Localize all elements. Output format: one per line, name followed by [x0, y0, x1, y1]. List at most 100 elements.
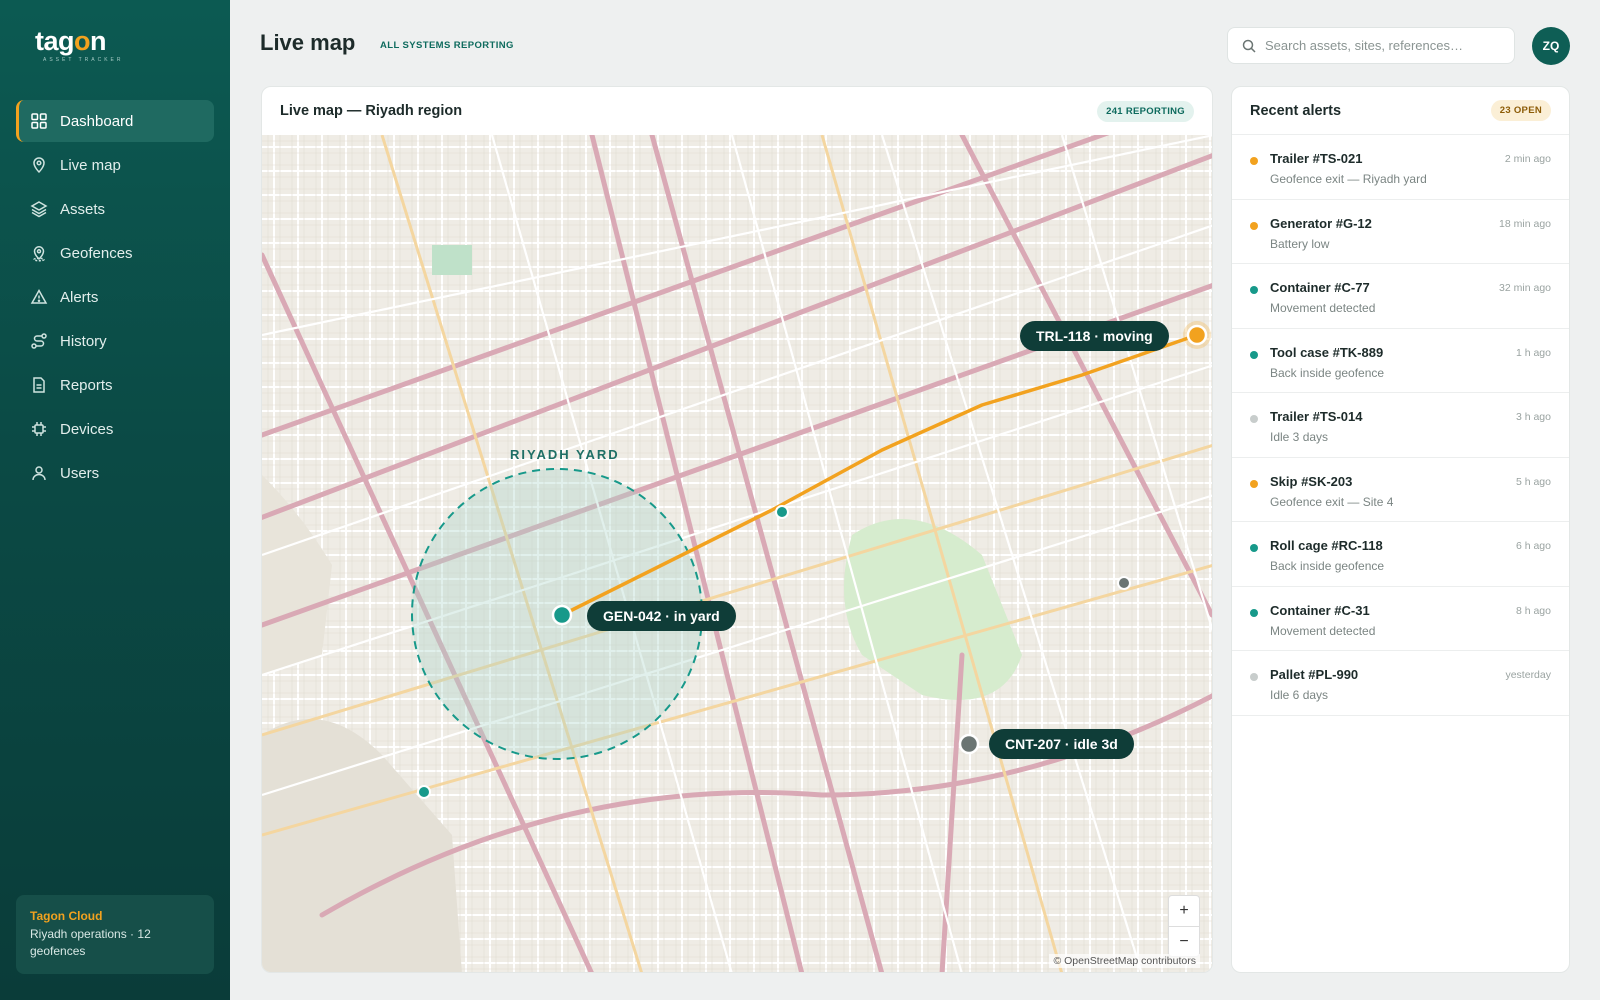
sidebar-item-alerts[interactable]: Alerts — [16, 276, 214, 318]
sidebar: tagon ASSET TRACKER Dashboard Live map A… — [0, 0, 230, 1000]
alert-status-dot — [1250, 608, 1258, 617]
brand-name: tagon — [35, 26, 106, 56]
alert-asset-name: Trailer #TS-014 — [1270, 409, 1363, 424]
open-alerts-badge: 23 OPEN — [1490, 100, 1551, 121]
layers-icon — [30, 200, 48, 218]
alert-description: Battery low — [1270, 236, 1330, 251]
marker-label-cnt-207[interactable]: CNT-207 · idle 3d — [989, 729, 1134, 759]
warning-icon — [30, 288, 48, 306]
alert-description: Movement detected — [1270, 301, 1376, 315]
map-attribution[interactable]: © OpenStreetMap contributors — [1049, 954, 1200, 968]
alert-time: 3 h ago — [1515, 411, 1551, 423]
sidebar-item-label: Users — [60, 464, 100, 482]
brand-tagline: ASSET TRACKER — [43, 57, 124, 63]
zoom-out-button[interactable]: − — [1169, 926, 1199, 956]
map-basemap — [262, 135, 1212, 972]
chip-icon — [30, 420, 48, 438]
document-icon — [30, 376, 48, 394]
system-status-badge: ALL SYSTEMS REPORTING — [380, 40, 514, 51]
workspace-description: Riyadh operations · 12 geofences — [30, 927, 151, 958]
alerts-header: Recent alerts 23 OPEN — [1232, 87, 1569, 135]
alert-time: 32 min ago — [1499, 282, 1551, 294]
alert-description: Geofence exit — Site 4 — [1270, 494, 1394, 509]
alert-time: 18 min ago — [1499, 217, 1551, 230]
alert-description: Geofence exit — Riyadh yard — [1270, 172, 1427, 186]
sidebar-item-label: Reports — [60, 376, 113, 394]
alert-status-dot — [1250, 286, 1258, 294]
page-title: Live map — [260, 30, 356, 55]
alert-row[interactable]: Roll cage #RC-118 Back inside geofence 6 h… — [1232, 522, 1569, 587]
zoom-controls: + − — [1168, 895, 1200, 957]
marker-label-gen-042[interactable]: GEN-042 · in yard — [587, 601, 736, 631]
reporting-badge: 241 REPORTING — [1097, 100, 1194, 122]
sidebar-item-label: Live map — [60, 156, 121, 174]
sidebar-item-label: Devices — [60, 420, 114, 438]
map-title: Live map — Riyadh region — [280, 103, 463, 119]
alert-time: 6 h ago — [1515, 540, 1551, 552]
alert-status-dot — [1250, 415, 1258, 423]
alert-time: 8 h ago — [1515, 604, 1551, 617]
alerts-list: Trailer #TS-021 Geofence exit — Riyadh ya… — [1232, 135, 1569, 716]
brand-logo[interactable]: tagon ASSET TRACKER — [35, 26, 124, 66]
map-canvas[interactable]: RIYADH YARD TRL-118 · moving GEN-042 · i… — [262, 135, 1212, 972]
alert-description: Idle 6 days — [1270, 688, 1329, 702]
zoom-in-button[interactable]: + — [1169, 896, 1199, 926]
alert-time: yesterday — [1505, 669, 1551, 681]
alerts-panel: Recent alerts 23 OPEN Trailer #TS-021 Geo… — [1231, 86, 1570, 973]
sidebar-item-label: Dashboard — [60, 112, 134, 130]
alert-row[interactable]: Generator #G-12 Battery low 18 min ago — [1232, 200, 1569, 264]
geofence-label: RIYADH YARD — [510, 447, 620, 462]
alert-row[interactable]: Tool case #TK-889 Back inside geofence 1 h… — [1232, 329, 1569, 393]
sidebar-item-live-map[interactable]: Live map — [16, 144, 214, 186]
alert-time: 2 min ago — [1504, 153, 1551, 165]
map-pin-icon — [30, 156, 48, 174]
alert-status-dot — [1250, 350, 1258, 359]
sidebar-nav: Dashboard Live map Assets Geofences Aler… — [16, 100, 214, 496]
sidebar-item-users[interactable]: Users — [16, 452, 214, 494]
alert-row[interactable]: Trailer #TS-014 Idle 3 days 3 h ago — [1232, 393, 1569, 458]
map-card: Live map — Riyadh region 241 REPORTING R… — [261, 86, 1213, 973]
alert-status-dot — [1250, 544, 1258, 552]
alert-time: 1 h ago — [1515, 346, 1551, 359]
alert-asset-name: Tool case #TK-889 — [1270, 344, 1384, 360]
alert-asset-name: Roll cage #RC-118 — [1270, 538, 1383, 553]
avatar[interactable]: ZQ — [1532, 27, 1570, 65]
alert-description: Idle 3 days — [1270, 430, 1329, 444]
sidebar-item-dashboard[interactable]: Dashboard — [16, 100, 214, 142]
workspace-title: Tagon Cloud — [30, 909, 103, 923]
geofence-icon — [30, 244, 48, 262]
alert-description: Back inside geofence — [1270, 365, 1385, 380]
sidebar-item-reports[interactable]: Reports — [16, 364, 214, 406]
sidebar-item-history[interactable]: History — [16, 320, 214, 362]
marker-label-trl-118[interactable]: TRL-118 · moving — [1020, 321, 1169, 351]
workspace-card[interactable]: Tagon Cloud Riyadh operations · 12 geofe… — [16, 895, 214, 974]
alert-row[interactable]: Trailer #TS-021 Geofence exit — Riyadh ya… — [1232, 135, 1569, 200]
alert-description: Movement detected — [1270, 623, 1376, 638]
alert-asset-name: Container #C-31 — [1270, 602, 1370, 618]
alert-status-dot — [1250, 221, 1258, 230]
alert-status-dot — [1250, 157, 1258, 165]
alerts-title: Recent alerts — [1250, 102, 1342, 119]
search-icon — [1242, 39, 1256, 53]
alert-row[interactable]: Container #C-31 Movement detected 8 h ago — [1232, 587, 1569, 651]
alert-description: Back inside geofence — [1270, 559, 1385, 573]
user-icon — [30, 464, 48, 482]
alert-time: 5 h ago — [1515, 475, 1551, 488]
search-box[interactable] — [1227, 27, 1515, 64]
grid-icon — [30, 112, 48, 130]
sidebar-item-label: Geofences — [60, 244, 133, 262]
map-card-header: Live map — Riyadh region 241 REPORTING — [262, 87, 1212, 135]
alert-row[interactable]: Skip #SK-203 Geofence exit — Site 4 5 h ag… — [1232, 458, 1569, 522]
sidebar-item-assets[interactable]: Assets — [16, 188, 214, 230]
sidebar-item-devices[interactable]: Devices — [16, 408, 214, 450]
alert-status-dot — [1250, 673, 1258, 681]
sidebar-item-label: Alerts — [60, 288, 99, 306]
alert-row[interactable]: Container #C-77 Movement detected 32 min a… — [1232, 264, 1569, 329]
sidebar-item-label: Assets — [60, 200, 106, 218]
route-icon — [30, 332, 48, 350]
sidebar-item-geofences[interactable]: Geofences — [16, 232, 214, 274]
alert-status-dot — [1250, 479, 1258, 488]
alert-row[interactable]: Pallet #PL-990 Idle 6 days yesterday — [1232, 651, 1569, 716]
search-input[interactable] — [1265, 38, 1505, 53]
alert-asset-name: Skip #SK-203 — [1270, 473, 1353, 489]
